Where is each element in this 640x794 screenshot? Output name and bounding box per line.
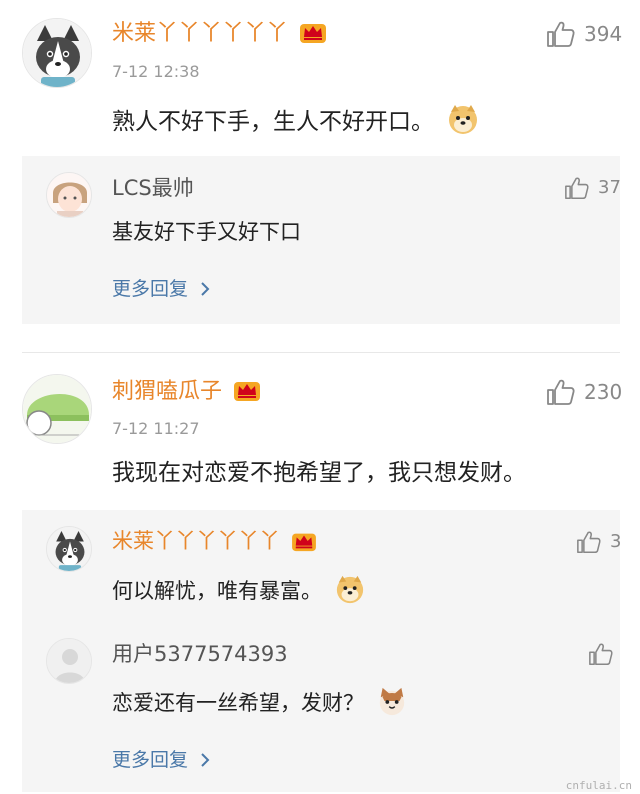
green-helmet-avatar-icon xyxy=(23,375,91,443)
avatar[interactable] xyxy=(46,172,92,218)
reply-body: 何以解忧，唯有暴富。 xyxy=(112,579,322,603)
default-user-avatar-icon xyxy=(47,639,91,683)
husky-avatar-icon xyxy=(47,527,91,571)
reply-text: 恋爱还有一丝希望，发财？ xyxy=(112,686,407,718)
reply-username[interactable]: 用户5377574393 xyxy=(112,640,288,668)
like-count: 230 xyxy=(584,380,623,404)
like-count: 3 xyxy=(610,531,622,552)
comment-username[interactable]: 刺猬嗑瓜子 xyxy=(112,378,261,406)
comment-time: 7-12 12:38 xyxy=(112,62,200,81)
comment-text: 熟人不好下手，生人不好开口。 xyxy=(112,103,479,137)
comment-body: 熟人不好下手，生人不好开口。 xyxy=(112,109,434,135)
comment-text: 我现在对恋爱不抱希望了，我只想发财。 xyxy=(112,460,526,486)
username-text: 米莱丫丫丫丫丫丫 xyxy=(112,21,289,46)
like-button[interactable]: 37 xyxy=(564,176,621,200)
avatar[interactable] xyxy=(22,18,92,88)
thumbs-up-icon xyxy=(547,21,575,47)
thumbs-up-icon xyxy=(547,379,575,405)
cat-emoji-icon xyxy=(379,687,404,716)
like-count: 394 xyxy=(584,22,623,46)
more-replies-link[interactable]: 更多回复 xyxy=(112,748,210,772)
husky-avatar-icon xyxy=(23,19,91,87)
thumbs-up-icon xyxy=(589,643,613,666)
comment-username[interactable]: 米莱丫丫丫丫丫丫 xyxy=(112,20,327,48)
like-count: 37 xyxy=(598,177,621,198)
chevron-right-icon xyxy=(201,753,210,767)
vip-crown-icon xyxy=(300,24,327,43)
more-replies-link[interactable]: 更多回复 xyxy=(112,277,210,301)
divider xyxy=(22,352,620,353)
more-replies-label: 更多回复 xyxy=(112,749,189,771)
doge-emoji-icon xyxy=(449,105,478,134)
vip-crown-icon xyxy=(291,533,316,552)
watermark: cnfulai.cn xyxy=(565,779,632,792)
reply-body: 恋爱还有一丝希望，发财？ xyxy=(112,691,364,715)
comment-time: 7-12 11:27 xyxy=(112,419,200,438)
thumbs-up-icon xyxy=(577,531,601,554)
more-replies-label: 更多回复 xyxy=(112,278,189,300)
like-button[interactable] xyxy=(588,642,622,666)
avatar[interactable] xyxy=(22,374,92,444)
like-button[interactable]: 230 xyxy=(546,378,622,406)
anime-avatar-icon xyxy=(47,173,91,217)
like-button[interactable]: 394 xyxy=(546,20,622,48)
reply-text: 基友好下手又好下口 xyxy=(112,220,301,244)
doge-emoji-icon xyxy=(336,575,363,604)
thumbs-up-icon xyxy=(565,177,589,200)
reply-text: 何以解忧，唯有暴富。 xyxy=(112,574,365,606)
username-text: 刺猬嗑瓜子 xyxy=(112,379,223,404)
reply-username[interactable]: 米莱丫丫丫丫丫丫 xyxy=(112,527,317,555)
vip-crown-icon xyxy=(234,382,261,401)
reply-username[interactable]: LCS最帅 xyxy=(112,174,194,202)
like-button[interactable]: 3 xyxy=(576,530,621,554)
avatar[interactable] xyxy=(46,526,92,572)
username-text: 米莱丫丫丫丫丫丫 xyxy=(112,529,280,553)
avatar[interactable] xyxy=(46,638,92,684)
chevron-right-icon xyxy=(201,282,210,296)
